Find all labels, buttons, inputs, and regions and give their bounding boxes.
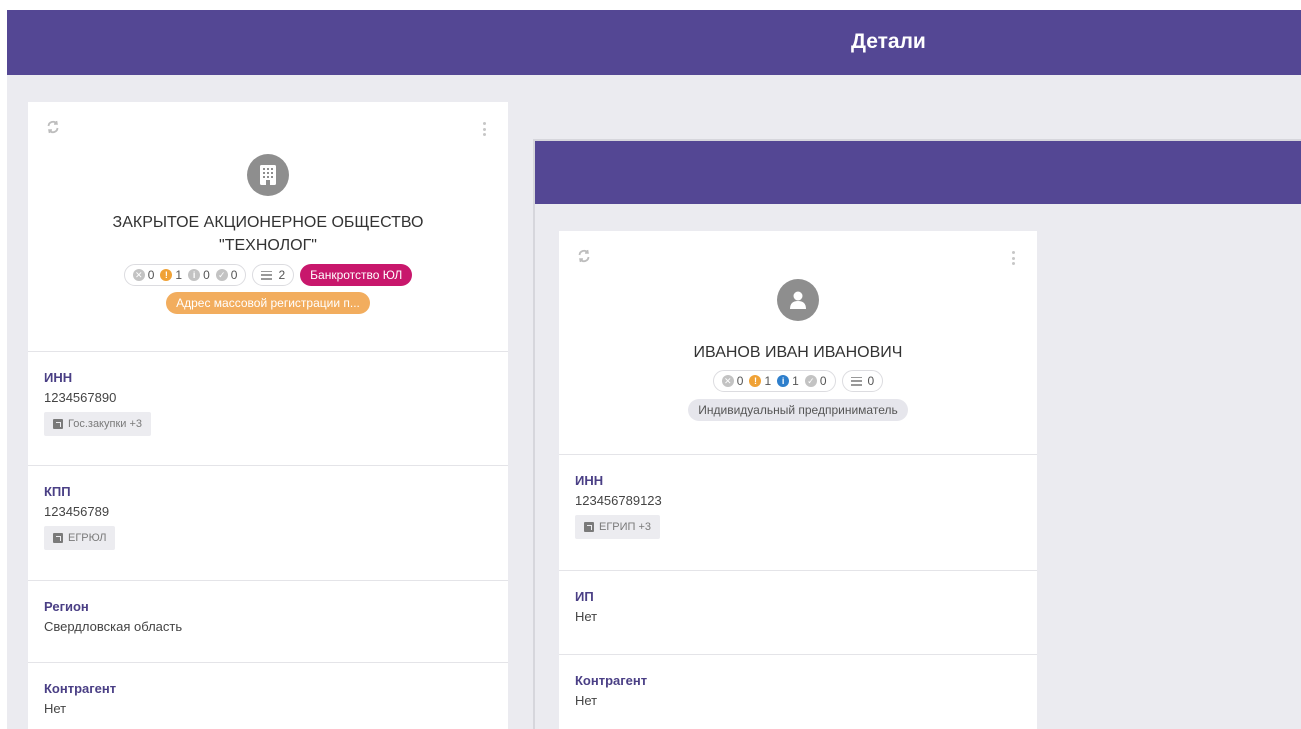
warning-icon: !: [749, 375, 762, 387]
mass-registration-tag[interactable]: Адрес массовой регистрации п...: [166, 292, 370, 314]
page-title: Детали: [851, 30, 926, 53]
status-badges: ✕ 0 ! 1 i0 ✓ 0 2 Банкротство ЮЛ: [28, 264, 508, 286]
risk-counts-pill[interactable]: ✕ 0 ! 1 i1 ✓ 0: [712, 370, 836, 392]
refresh-icon[interactable]: [46, 120, 60, 134]
check-icon: ✓: [215, 269, 228, 281]
company-name-line1: ЗАКРЫТОЕ АКЦИОНЕРНОЕ ОБЩЕСТВО: [112, 214, 424, 231]
field-counterparty: Контрагент Нет: [559, 654, 1037, 729]
field-kpp: КПП 123456789 ЕГРЮЛ: [28, 465, 508, 580]
field-inn: ИНН 1234567890 Гос.закупки +3: [28, 351, 508, 465]
check-icon: ✓: [804, 375, 817, 387]
external-link-icon: [53, 533, 63, 543]
building-icon: [247, 154, 289, 196]
bankruptcy-tag[interactable]: Банкротство ЮЛ: [300, 264, 413, 286]
info-icon: i: [188, 269, 201, 281]
external-link-icon: [53, 419, 63, 429]
field-ip: ИП Нет: [559, 570, 1037, 654]
list-icon: [261, 270, 273, 280]
source-chip[interactable]: Гос.закупки +3: [44, 412, 152, 436]
user-icon: [777, 279, 819, 321]
status-badges: ✕ 0 ! 1 i1 ✓ 0 0: [559, 370, 1037, 392]
list-count-pill[interactable]: 2: [252, 264, 295, 286]
x-circle-icon: ✕: [132, 269, 145, 281]
x-circle-icon: ✕: [721, 375, 734, 387]
field-region: Регион Свердловская область: [28, 580, 508, 662]
person-name: ИВАНОВ ИВАН ИВАНОВИЧ: [693, 344, 903, 361]
company-card: ЗАКРЫТОЕ АКЦИОНЕРНОЕ ОБЩЕСТВО "ТЕХНОЛОГ"…: [28, 102, 508, 729]
company-name-line2: "ТЕХНОЛОГ": [219, 237, 317, 254]
list-icon: [850, 376, 862, 386]
entrepreneur-tag[interactable]: Индивидуальный предприниматель: [688, 399, 908, 421]
list-count-pill[interactable]: 0: [841, 370, 884, 392]
external-link-icon: [584, 522, 594, 532]
more-options-icon[interactable]: [1011, 251, 1015, 265]
source-chip[interactable]: ЕГРИП +3: [575, 515, 661, 539]
refresh-icon[interactable]: [577, 249, 591, 263]
person-card: ИВАНОВ ИВАН ИВАНОВИЧ ✕ 0 ! 1 i1 ✓ 0 0 Индив…: [559, 231, 1037, 729]
field-counterparty: Контрагент Нет: [28, 662, 508, 729]
field-inn: ИНН 123456789123 ЕГРИП +3: [559, 454, 1037, 570]
source-chip[interactable]: ЕГРЮЛ: [44, 526, 116, 550]
more-options-icon[interactable]: [482, 122, 486, 136]
risk-counts-pill[interactable]: ✕ 0 ! 1 i0 ✓ 0: [123, 264, 247, 286]
warning-icon: !: [160, 269, 173, 281]
app-header: Детали: [7, 10, 1301, 75]
info-icon: i: [777, 375, 790, 387]
panel-header: [535, 141, 1301, 204]
